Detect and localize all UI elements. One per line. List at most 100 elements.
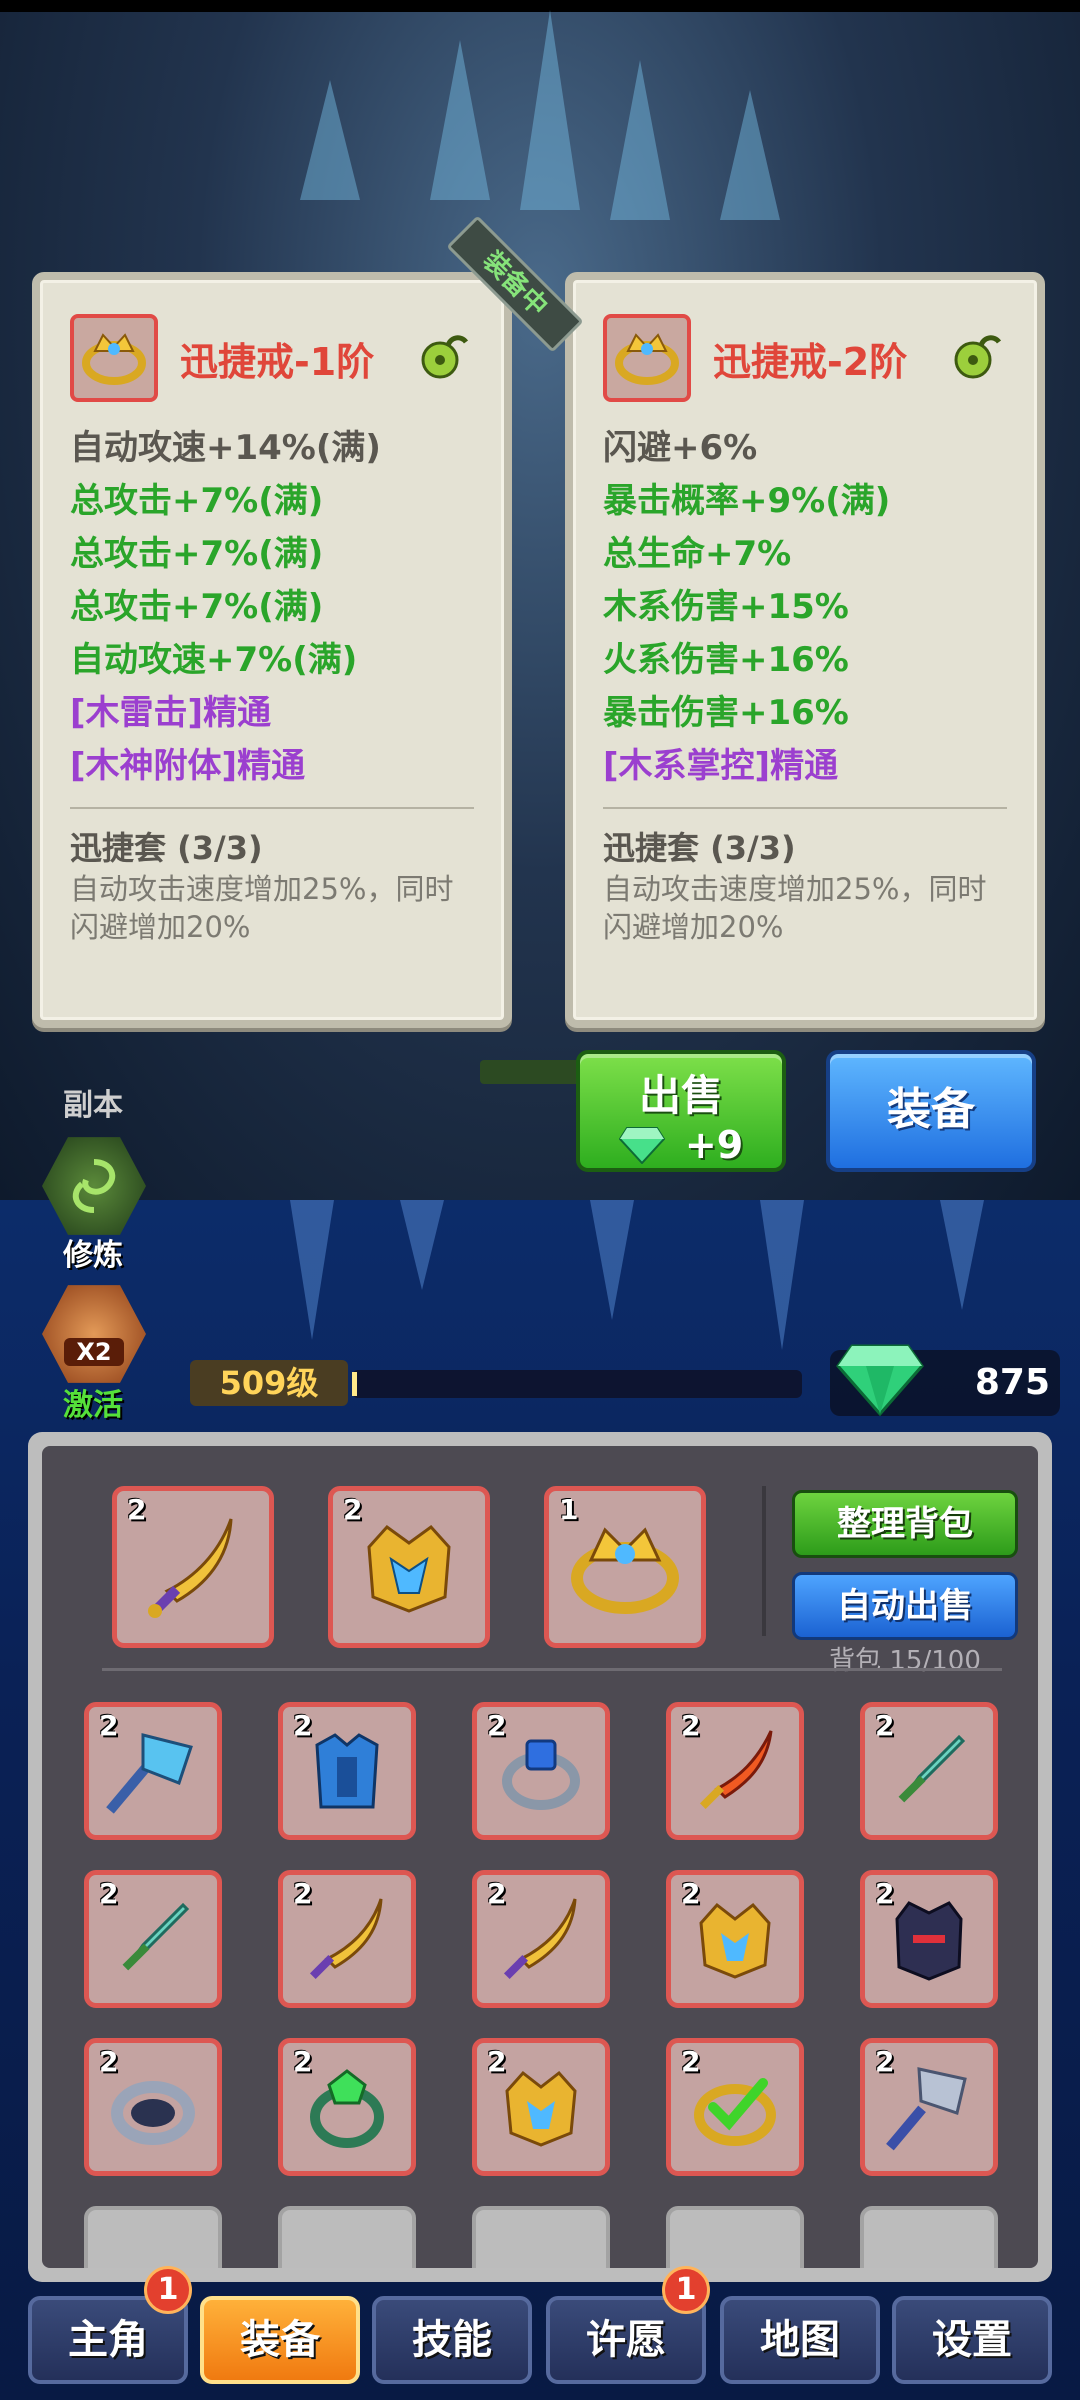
inventory-slot[interactable]: 2 — [472, 1702, 610, 1840]
ring-icon — [70, 314, 158, 402]
icicle-decoration — [290, 1200, 334, 1340]
attribute-line: [木系掌控]精通 — [603, 746, 839, 786]
item-count: 2 — [99, 2045, 119, 2078]
item-count: 2 — [293, 1709, 313, 1742]
item-count: 2 — [487, 1877, 507, 1910]
divider — [70, 807, 474, 809]
tab-map[interactable]: 地图 — [720, 2296, 880, 2384]
empty-slot[interactable] — [472, 2206, 610, 2268]
attribute-list: 闪避+6% 暴击概率+9%(满) 总生命+7% 木系伤害+15% 火系伤害+16… — [603, 422, 1007, 793]
set-bonus-title: 迅捷套 (3/3) — [603, 829, 796, 867]
icicle-decoration — [940, 1200, 984, 1310]
divider — [762, 1486, 766, 1636]
set-bonus-desc: 闪避增加20% — [603, 910, 784, 944]
item-count: 2 — [875, 1877, 895, 1910]
unlock-icon[interactable] — [418, 328, 470, 380]
crystal-decoration — [720, 90, 780, 220]
attribute-line: [木雷击]精通 — [70, 693, 272, 733]
crystal-decoration — [430, 40, 490, 200]
inventory-slot[interactable]: 2 — [112, 1486, 274, 1648]
equip-button[interactable]: 装备 — [826, 1050, 1036, 1172]
level-progress-bar — [352, 1370, 802, 1398]
item-count: 2 — [293, 2045, 313, 2078]
item-count: 2 — [681, 1709, 701, 1742]
item-count: 2 — [99, 1877, 119, 1910]
ring-icon — [603, 314, 691, 402]
crystal-decoration — [300, 80, 360, 200]
inventory-slot[interactable]: 2 — [84, 2038, 222, 2176]
set-bonus-desc: 自动攻击速度增加25%，同时 — [603, 872, 987, 906]
inventory-slot[interactable]: 2 — [860, 2038, 998, 2176]
inventory-slot[interactable]: 2 — [666, 1870, 804, 2008]
inventory-slot[interactable]: 2 — [860, 1702, 998, 1840]
divider — [603, 807, 1007, 809]
tab-skills[interactable]: 技能 — [372, 2296, 532, 2384]
auto-sell-button[interactable]: 自动出售 — [792, 1572, 1018, 1640]
attribute-line: 火系伤害+16% — [603, 640, 849, 680]
inventory-slot[interactable]: 2 — [860, 1870, 998, 2008]
inventory-slot[interactable]: 2 — [84, 1702, 222, 1840]
inventory-slot[interactable]: 2 — [666, 2038, 804, 2176]
activate-label[interactable]: 激活 — [38, 1380, 148, 1424]
card-header: 迅捷戒-1阶 — [70, 310, 474, 406]
set-bonus-desc: 自动攻击速度增加25%，同时 — [70, 872, 454, 906]
attribute-line: [木神附体]精通 — [70, 746, 306, 786]
sort-bag-button[interactable]: 整理背包 — [792, 1490, 1018, 1558]
sell-label: 出售 — [638, 1071, 723, 1120]
divider — [102, 1668, 1002, 1671]
set-bonus-title: 迅捷套 (3/3) — [70, 829, 263, 867]
gem-icon — [618, 1127, 665, 1164]
notification-badge: 1 — [144, 2266, 192, 2314]
item-count: 2 — [681, 1877, 701, 1910]
inventory-slot[interactable]: 1 — [544, 1486, 706, 1648]
tab-settings[interactable]: 设置 — [892, 2296, 1052, 2384]
attribute-line: 木系伤害+15% — [603, 587, 849, 627]
icicle-decoration — [760, 1200, 804, 1350]
golden-ring-icon — [571, 1527, 679, 1614]
attribute-line: 总攻击+7%(满) — [70, 534, 324, 574]
gem-count: 875 — [974, 1362, 1050, 1403]
attribute-line: 暴击概率+9%(满) — [603, 481, 891, 521]
item-count: 2 — [487, 2045, 507, 2078]
item-count: 2 — [875, 1709, 895, 1742]
inventory-slot[interactable]: 2 — [328, 1486, 490, 1648]
dungeon-label[interactable]: 副本 — [38, 1080, 148, 1124]
item-card-equipped: 迅捷戒-1阶 自动攻速+14%(满) 总攻击+7%(满) 总攻击+7%(满) 总… — [32, 272, 512, 1028]
icicle-decoration — [400, 1200, 444, 1290]
empty-slot[interactable] — [666, 2206, 804, 2268]
attribute-line: 闪避+6% — [603, 428, 758, 468]
inventory-slot[interactable]: 2 — [278, 2038, 416, 2176]
sell-button[interactable]: 出售 +9 — [576, 1050, 786, 1172]
unlock-icon[interactable] — [951, 328, 1003, 380]
item-title: 迅捷戒-1阶 — [180, 339, 375, 384]
attribute-line: 自动攻速+14%(满) — [70, 428, 381, 468]
crystal-decoration — [520, 10, 580, 210]
inventory-slot[interactable]: 2 — [472, 1870, 610, 2008]
inventory-slot[interactable]: 2 — [84, 1870, 222, 2008]
attribute-line: 自动攻速+7%(满) — [70, 640, 358, 680]
icicle-decoration — [590, 1200, 634, 1320]
cultivate-label[interactable]: 修炼 — [38, 1230, 148, 1274]
item-count: 2 — [875, 2045, 895, 2078]
empty-slot[interactable] — [860, 2206, 998, 2268]
item-count: 2 — [99, 1709, 119, 1742]
empty-slot[interactable] — [278, 2206, 416, 2268]
tab-equipment[interactable]: 装备 — [200, 2296, 360, 2384]
set-bonus-desc: 闪避增加20% — [70, 910, 251, 944]
level-progress-fill — [352, 1372, 357, 1396]
item-count: 1 — [559, 1493, 579, 1526]
attribute-line: 暴击伤害+16% — [603, 693, 849, 733]
card-header: 迅捷戒-2阶 — [603, 310, 1007, 406]
inventory-slot[interactable]: 2 — [278, 1870, 416, 2008]
golden-helmet-icon — [367, 1524, 451, 1613]
inventory-slot[interactable]: 2 — [472, 2038, 610, 2176]
inventory-slot[interactable]: 2 — [666, 1702, 804, 1840]
item-count: 2 — [293, 1877, 313, 1910]
player-level: 509级 — [190, 1360, 348, 1406]
crystal-decoration — [610, 60, 670, 220]
empty-slot[interactable] — [84, 2206, 222, 2268]
sell-reward: +9 — [684, 1123, 744, 1167]
attribute-list: 自动攻速+14%(满) 总攻击+7%(满) 总攻击+7%(满) 总攻击+7%(满… — [70, 422, 474, 793]
multiplier-badge: X2 — [64, 1338, 124, 1366]
inventory-slot[interactable]: 2 — [278, 1702, 416, 1840]
